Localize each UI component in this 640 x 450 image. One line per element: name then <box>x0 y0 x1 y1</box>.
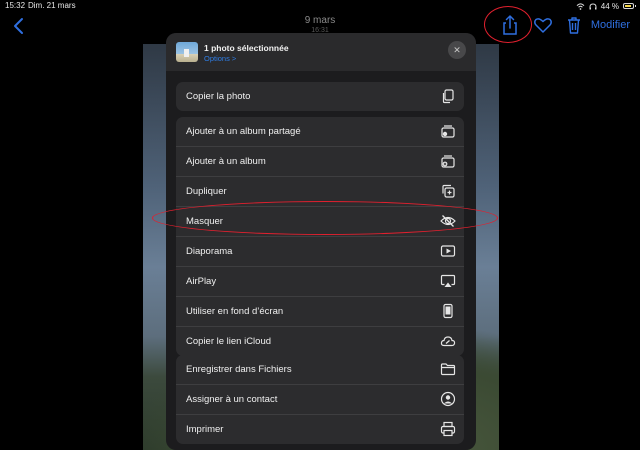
action-save-files[interactable]: Enregistrer dans Fichiers <box>176 355 464 384</box>
selection-title: 1 photo sélectionnée <box>204 43 289 53</box>
action-group-copy: Copier la photo <box>176 82 464 111</box>
status-bar: 15:32 Dim. 21 mars 44 % <box>0 0 640 12</box>
printer-icon <box>440 421 456 437</box>
action-group-main: Ajouter à un album partagé Ajouter à un … <box>176 117 464 356</box>
action-print[interactable]: Imprimer <box>176 414 464 444</box>
trash-icon[interactable] <box>563 14 585 36</box>
icloud-link-icon <box>440 333 456 349</box>
battery-icon <box>623 3 636 9</box>
action-add-shared-album[interactable]: Ajouter à un album partagé <box>176 117 464 146</box>
action-icloud-link[interactable]: Copier le lien iCloud <box>176 326 464 356</box>
action-label: Imprimer <box>186 424 224 435</box>
share-sheet: 1 photo sélectionnée Options > ✕ Copier … <box>166 33 476 450</box>
action-label: Assigner à un contact <box>186 394 278 405</box>
airplay-icon <box>440 273 456 289</box>
duplicate-icon <box>440 183 456 199</box>
wallpaper-icon <box>440 303 456 319</box>
share-annotation-circle <box>484 6 532 43</box>
action-label: Copier le lien iCloud <box>186 336 272 347</box>
action-copy-photo[interactable]: Copier la photo <box>176 82 464 111</box>
action-assign-contact[interactable]: Assigner à un contact <box>176 384 464 414</box>
action-label: Utiliser en fond d’écran <box>186 306 284 317</box>
action-group-other: Enregistrer dans Fichiers Assigner à un … <box>176 355 464 444</box>
folder-icon <box>440 361 456 377</box>
status-date: Dim. 21 mars <box>28 1 76 10</box>
headphones-icon <box>589 2 597 9</box>
close-button[interactable]: ✕ <box>448 41 466 59</box>
slideshow-icon <box>440 243 456 259</box>
action-wallpaper[interactable]: Utiliser en fond d’écran <box>176 296 464 326</box>
shared-album-icon <box>440 123 456 139</box>
add-album-icon <box>440 153 456 169</box>
share-sheet-header: 1 photo sélectionnée Options > ✕ <box>166 33 476 71</box>
action-label: Ajouter à un album <box>186 156 266 167</box>
close-icon: ✕ <box>453 45 461 55</box>
action-label: Dupliquer <box>186 186 227 197</box>
action-label: AirPlay <box>186 276 217 287</box>
contact-icon <box>440 391 456 407</box>
modify-button[interactable]: Modifier <box>591 19 630 31</box>
action-airplay[interactable]: AirPlay <box>176 266 464 296</box>
action-label: Enregistrer dans Fichiers <box>186 364 292 375</box>
status-right: 44 % <box>576 0 636 12</box>
photo-thumbnail <box>176 42 198 62</box>
action-label: Copier la photo <box>186 91 251 102</box>
wifi-icon <box>576 2 585 10</box>
status-time: 15:32 <box>5 1 26 10</box>
hide-annotation-ellipse <box>152 201 498 235</box>
action-label: Ajouter à un album partagé <box>186 126 301 137</box>
action-slideshow[interactable]: Diaporama <box>176 236 464 266</box>
action-label: Diaporama <box>186 246 233 257</box>
heart-icon[interactable] <box>532 14 554 36</box>
action-add-album[interactable]: Ajouter à un album <box>176 146 464 176</box>
options-link[interactable]: Options > <box>204 54 236 63</box>
copy-icon <box>440 88 456 104</box>
battery-percent: 44 % <box>600 1 619 11</box>
